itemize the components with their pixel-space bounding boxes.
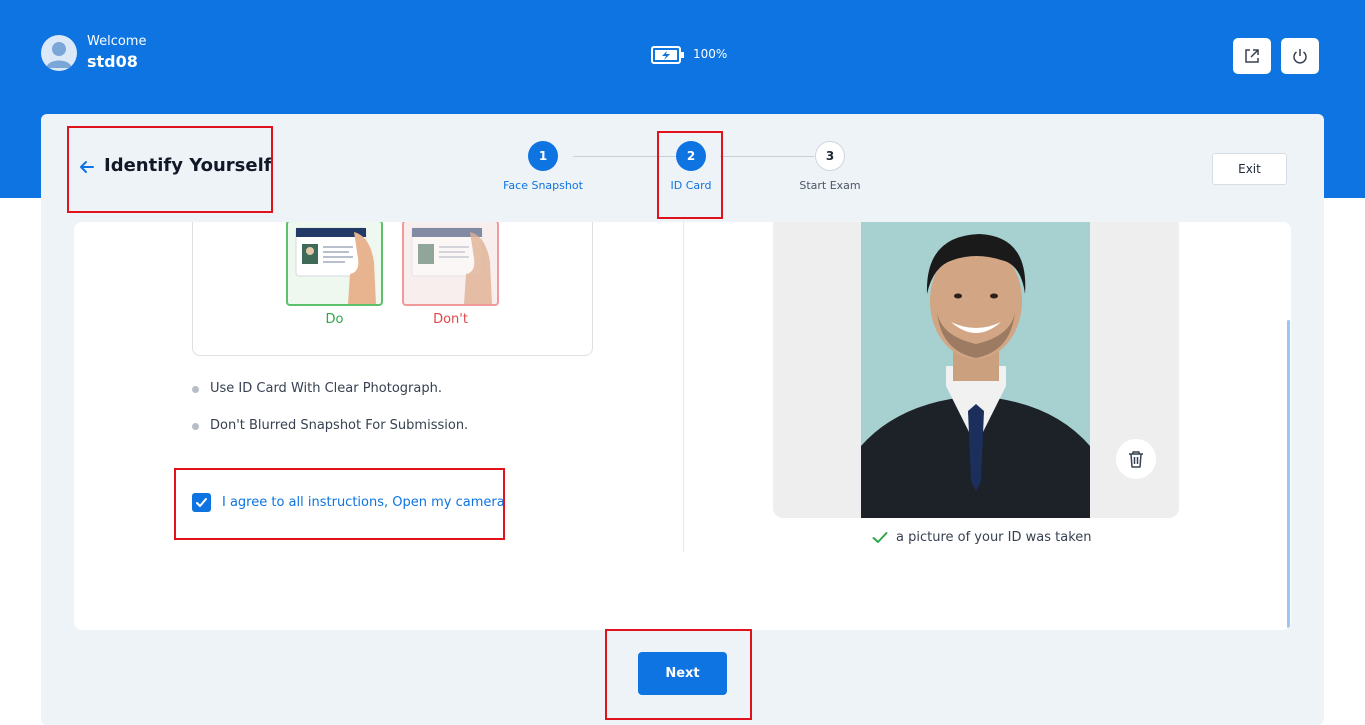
power-button[interactable]: [1281, 38, 1319, 74]
step-3-circle: 3: [815, 141, 845, 171]
arrow-left-icon: [80, 161, 94, 173]
dont-label: Don't: [433, 312, 468, 327]
battery-level: 100%: [693, 47, 728, 61]
step-1-label: Face Snapshot: [503, 179, 583, 192]
agree-label[interactable]: I agree to all instructions, Open my cam…: [222, 495, 505, 510]
checkmark-icon: [872, 532, 888, 543]
delete-photo-button[interactable]: [1116, 439, 1156, 479]
stepper-connector: [573, 156, 677, 157]
instruction-item: Use ID Card With Clear Photograph.: [210, 381, 442, 396]
id-card-dont-example: [402, 222, 499, 306]
checkmark-icon: [196, 498, 207, 507]
step-1-circle: 1: [528, 141, 558, 171]
battery-charging-icon: [651, 46, 685, 64]
id-examples-box: [192, 222, 593, 356]
bullet-icon: [192, 423, 199, 430]
capture-status: a picture of your ID was taken: [872, 530, 1092, 545]
captured-id-preview: [773, 222, 1179, 518]
page-title: Identify Yourself: [104, 155, 272, 176]
username: std08: [87, 52, 138, 71]
trash-icon: [1129, 451, 1143, 468]
scrollbar[interactable]: [1287, 320, 1290, 628]
user-avatar-icon: [41, 35, 77, 71]
bullet-icon: [192, 386, 199, 393]
id-card-do-example: [286, 222, 383, 306]
captured-id-photo: [861, 222, 1090, 518]
step-2-label: ID Card: [670, 179, 712, 192]
stepper-connector: [720, 156, 814, 157]
do-label: Do: [325, 312, 344, 327]
exit-button[interactable]: Exit: [1212, 153, 1287, 185]
column-divider: [683, 222, 684, 552]
power-icon: [1293, 49, 1307, 64]
back-button[interactable]: [77, 157, 97, 177]
next-button[interactable]: Next: [638, 652, 727, 695]
welcome-label: Welcome: [87, 34, 147, 49]
open-external-button[interactable]: [1233, 38, 1271, 74]
content-panel: Do Don't Use ID Card With Clear Photogra…: [74, 222, 1291, 630]
step-3-label: Start Exam: [799, 179, 861, 192]
agree-checkbox-row[interactable]: I agree to all instructions, Open my cam…: [192, 493, 505, 512]
external-link-icon: [1245, 49, 1259, 63]
capture-status-text: a picture of your ID was taken: [896, 530, 1092, 545]
agree-checkbox[interactable]: [192, 493, 211, 512]
step-2-circle: 2: [676, 141, 706, 171]
instruction-item: Don't Blurred Snapshot For Submission.: [210, 418, 469, 433]
